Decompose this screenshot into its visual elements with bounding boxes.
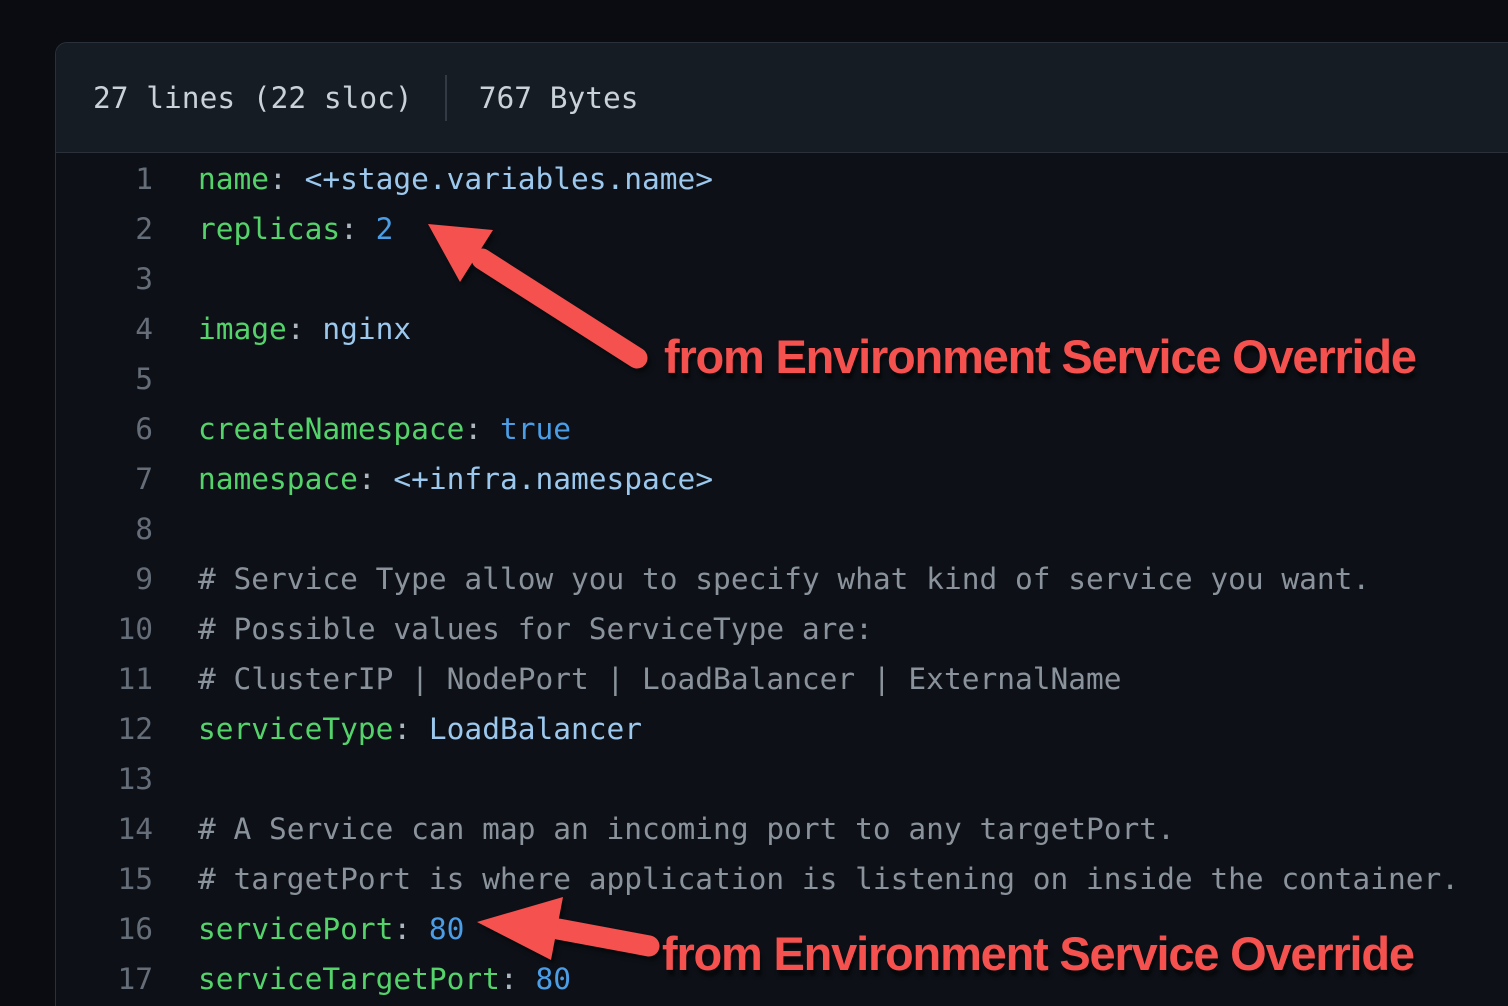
code-line: 10 # Possible values for ServiceType are: (56, 604, 1508, 654)
token-punct: : (340, 212, 376, 246)
code-line: 11 # ClusterIP | NodePort | LoadBalancer … (56, 654, 1508, 704)
code-line-content: serviceType: LoadBalancer (198, 704, 642, 754)
token-comment: # ClusterIP | NodePort | LoadBalancer | … (198, 662, 1122, 696)
code-line: 2replicas: 2 (56, 204, 1508, 254)
annotation-text-replicas: from Environment Service Override (664, 329, 1416, 384)
code-line: 13 (56, 754, 1508, 804)
code-line-content: # Possible values for ServiceType are: (198, 604, 873, 654)
token-comment: # targetPort is where application is lis… (198, 862, 1459, 896)
token-key: namespace (198, 462, 358, 496)
code-line-content: # A Service can map an incoming port to … (198, 804, 1175, 854)
line-number[interactable]: 15 (56, 854, 153, 904)
token-punct: : (464, 412, 500, 446)
code-line-content: replicas: 2 (198, 204, 393, 254)
line-number[interactable]: 9 (56, 554, 153, 604)
token-punct: : (500, 962, 536, 996)
token-num: 80 (429, 912, 465, 946)
code-line: 12 serviceType: LoadBalancer (56, 704, 1508, 754)
file-size: 767 Bytes (479, 81, 639, 115)
line-number[interactable]: 4 (56, 304, 153, 354)
code-line: 1 name: <+stage.variables.name> (56, 154, 1508, 204)
line-number[interactable]: 8 (56, 504, 153, 554)
token-num: 2 (376, 212, 394, 246)
token-key: servicePort (198, 912, 393, 946)
token-str: nginx (322, 312, 411, 346)
token-key: replicas (198, 212, 340, 246)
line-number[interactable]: 10 (56, 604, 153, 654)
token-key: name (198, 162, 269, 196)
code-line-content: createNamespace: true (198, 404, 571, 454)
code-line-content: name: <+stage.variables.name> (198, 154, 713, 204)
token-comment: # A Service can map an incoming port to … (198, 812, 1175, 846)
token-str: <+stage.variables.name> (305, 162, 714, 196)
line-number[interactable]: 5 (56, 354, 153, 404)
token-punct: : (358, 462, 394, 496)
line-number[interactable]: 17 (56, 954, 153, 1004)
code-line-content: # targetPort is where application is lis… (198, 854, 1459, 904)
token-comment: # Service Type allow you to specify what… (198, 562, 1370, 596)
code-line: 3 (56, 254, 1508, 304)
token-key: serviceType (198, 712, 393, 746)
token-punct: : (269, 162, 305, 196)
code-viewer: 1name: <+stage.variables.name>2replicas:… (56, 153, 1508, 1004)
token-punct: : (393, 912, 429, 946)
code-line-content: # ClusterIP | NodePort | LoadBalancer | … (198, 654, 1122, 704)
code-line: 9 # Service Type allow you to specify wha… (56, 554, 1508, 604)
line-number[interactable]: 13 (56, 754, 153, 804)
line-number[interactable]: 1 (56, 154, 153, 204)
token-str: LoadBalancer (429, 712, 642, 746)
line-number[interactable]: 6 (56, 404, 153, 454)
code-line-content: image: nginx (198, 304, 411, 354)
token-key: createNamespace (198, 412, 464, 446)
line-number[interactable]: 7 (56, 454, 153, 504)
code-line: 6 createNamespace: true (56, 404, 1508, 454)
code-line-content: serviceTargetPort: 80 (198, 954, 571, 1004)
code-line: 8 (56, 504, 1508, 554)
code-line-content: namespace: <+infra.namespace> (198, 454, 713, 504)
line-number[interactable]: 16 (56, 904, 153, 954)
header-divider (445, 75, 447, 121)
token-punct: : (287, 312, 323, 346)
annotation-text-serviceport: from Environment Service Override (662, 926, 1414, 981)
file-info-bar: 27 lines (22 sloc) 767 Bytes (56, 43, 1508, 153)
line-number[interactable]: 14 (56, 804, 153, 854)
code-line: 15 # targetPort is where application is l… (56, 854, 1508, 904)
token-punct: : (393, 712, 429, 746)
code-line-content: # Service Type allow you to specify what… (198, 554, 1370, 604)
file-lines-count: 27 lines (22 sloc) (93, 81, 413, 115)
code-line: 7 namespace: <+infra.namespace> (56, 454, 1508, 504)
code-line: 14 # A Service can map an incoming port t… (56, 804, 1508, 854)
line-number[interactable]: 11 (56, 654, 153, 704)
token-comment: # Possible values for ServiceType are: (198, 612, 873, 646)
code-line-content: servicePort: 80 (198, 904, 464, 954)
file-viewer-card: 27 lines (22 sloc) 767 Bytes 1 name: <+st… (55, 42, 1508, 1006)
token-str: <+infra.namespace> (393, 462, 713, 496)
token-key: image (198, 312, 287, 346)
token-num: true (500, 412, 571, 446)
token-num: 80 (535, 962, 571, 996)
line-number[interactable]: 12 (56, 704, 153, 754)
token-key: serviceTargetPort (198, 962, 500, 996)
line-number[interactable]: 2 (56, 204, 153, 254)
line-number[interactable]: 3 (56, 254, 153, 304)
